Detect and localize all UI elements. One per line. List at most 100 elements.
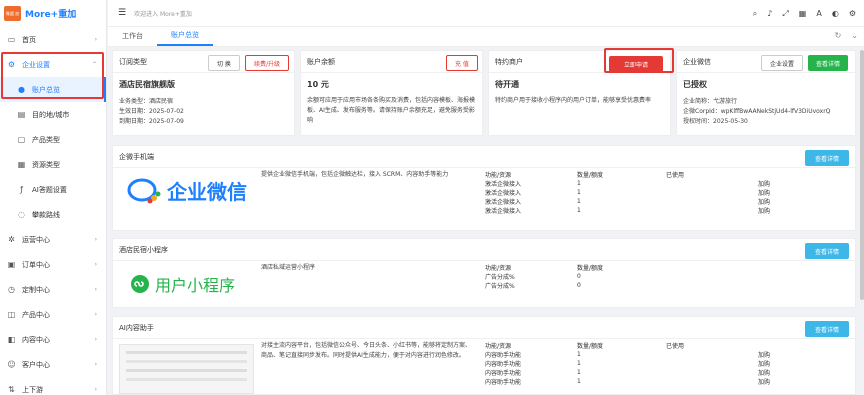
- sidebar: 微盟 加 More+重加 ▭ 首页 › ⚙ 企业设置 ⌃ ● 账户总览 ▤ 目的地/城市 ▢…: [0, 0, 107, 395]
- map-icon: ▤: [17, 110, 26, 119]
- sidebar-item-resource-types[interactable]: ▦ 资源类型: [0, 152, 106, 177]
- gear-icon[interactable]: ⚙: [849, 9, 856, 18]
- sidebar-item-operations[interactable]: ✲ 运营中心 ›: [0, 227, 106, 252]
- table-header-cell: 功能/资源: [485, 172, 512, 179]
- route-icon: ◌: [18, 210, 25, 219]
- sidebar-item-label: 产品类型: [32, 135, 60, 144]
- chevron-right-icon: ›: [94, 286, 97, 293]
- section-wecom-mobile: 企微手机端 查看详情 企业微信 提供企业微信手机端，包括企微触达栏，接入 SCR…: [112, 145, 856, 231]
- sidebar-item-label: 订单中心: [22, 260, 50, 269]
- table-row: 广告分成% 0: [485, 272, 838, 281]
- view-details-button[interactable]: 查看详情: [805, 243, 849, 259]
- add-purchase-link[interactable]: 加购: [758, 359, 838, 368]
- table-header-cell: 功能/资源: [485, 265, 512, 272]
- view-details-button[interactable]: 查看详情: [805, 150, 849, 166]
- layout-icon[interactable]: ▦: [799, 9, 807, 18]
- add-purchase-link[interactable]: 加购: [758, 188, 838, 197]
- product-icon: ◫: [7, 310, 16, 319]
- sidebar-item-upstream[interactable]: ⇅ 上下游 ›: [0, 377, 106, 395]
- table-cell: 广告分成%: [485, 274, 515, 281]
- app-logo[interactable]: 微盟 加 More+重加: [0, 0, 106, 27]
- refresh-icon[interactable]: ↻: [835, 31, 842, 40]
- apply-now-button[interactable]: 立即申请: [609, 56, 663, 72]
- sidebar-item-label: AI答题设置: [32, 185, 67, 194]
- table-cell: 1: [577, 180, 581, 187]
- order-icon: ▣: [7, 260, 16, 269]
- resource-table: 功能/资源 数量/额度 已使用 激活企微接入 1 加购 激活企微接入 1 加购 激活企微接入…: [485, 170, 838, 215]
- add-purchase-link[interactable]: 加购: [758, 197, 838, 206]
- table-header-row: 功能/资源 数量/额度 已使用: [485, 341, 838, 350]
- view-details-button[interactable]: 查看详情: [805, 321, 849, 337]
- switch-button[interactable]: 切 换: [208, 55, 240, 71]
- clock-icon: ◷: [8, 285, 15, 294]
- view-details-button[interactable]: 查看详情: [808, 55, 849, 71]
- table-header-cell: 功能/资源: [485, 343, 512, 350]
- sidebar-item-custom[interactable]: ◷ 定制中心 ›: [0, 277, 106, 302]
- sidebar-item-product-types[interactable]: ▢ 产品类型: [0, 127, 106, 152]
- wecom-logo-text: 企业微信: [167, 180, 247, 204]
- table-header-cell: 已使用: [666, 343, 685, 350]
- chevron-down-icon[interactable]: ⌄: [851, 31, 858, 40]
- add-purchase-link[interactable]: 加购: [758, 377, 838, 386]
- merchant-description: 特约商户用于接收小程序内的用户订单，能够享受优惠费率: [495, 97, 652, 104]
- table-cell: 激活企微接入: [485, 199, 522, 206]
- bell-icon[interactable]: ♪: [767, 9, 772, 18]
- tab-bar: 工作台 账户总览 ↻ ⌄: [108, 27, 864, 47]
- search-icon[interactable]: ⌕: [753, 9, 757, 19]
- fullscreen-icon[interactable]: ⤢: [782, 9, 788, 19]
- sidebar-item-routes[interactable]: ◌ 攀款路线: [0, 202, 106, 227]
- table-cell: 内容助手功能: [485, 352, 522, 359]
- resource-table: 功能/资源 数量/额度 广告分成% 0 广告分成% 0: [485, 263, 838, 290]
- chevron-right-icon: ›: [94, 36, 97, 43]
- balance-description: 余额可应用于应用市场各条购买及消费，包括内容模板、海报模板、AI生成、发布服务等…: [307, 97, 476, 124]
- sidebar-item-ai-settings[interactable]: ƒ AI答题设置: [0, 177, 106, 202]
- add-purchase-link[interactable]: 加购: [758, 368, 838, 377]
- settings-icon: ✲: [8, 235, 15, 244]
- recharge-button[interactable]: 充 值: [446, 55, 478, 71]
- mini-program-icon: [131, 275, 149, 293]
- table-row: 内容助手功能 1 加购: [485, 368, 838, 377]
- renew-upgrade-button[interactable]: 续费/升级: [245, 55, 290, 71]
- table-cell: 1: [577, 189, 581, 196]
- avatar-icon[interactable]: ◐: [832, 9, 839, 18]
- tab-actions: ↻ ⌄: [835, 31, 858, 40]
- enterprise-settings-button[interactable]: 企业设置: [761, 55, 804, 71]
- sidebar-item-products[interactable]: ◫ 产品中心 ›: [0, 302, 106, 327]
- sidebar-item-orders[interactable]: ▣ 订单中心 ›: [0, 252, 106, 277]
- business-type: 业务类型：酒店民宿: [119, 98, 174, 105]
- menu-toggle-icon[interactable]: ☰: [118, 8, 126, 18]
- table-row: 激活企微接入 1 加购: [485, 206, 838, 215]
- tab-workbench[interactable]: 工作台: [108, 26, 157, 46]
- table-cell: 内容助手功能: [485, 370, 522, 377]
- add-purchase-link[interactable]: 加购: [758, 350, 838, 359]
- tab-account-overview[interactable]: 账户总览: [157, 26, 213, 46]
- top-icons: ⌕ ♪ ⤢ ▦ A ◐ ⚙: [753, 0, 856, 27]
- table-row: 激活企微接入 1 加购: [485, 197, 838, 206]
- table-cell: 1: [577, 369, 581, 376]
- table-cell: 1: [577, 360, 581, 367]
- gear-icon: ⚙: [7, 60, 16, 69]
- main-content: 订阅类型 切 换 续费/升级 酒店民宿旗舰版 业务类型：酒店民宿 生效日期：20…: [112, 48, 856, 395]
- chevron-right-icon: ›: [94, 336, 97, 343]
- wecom-logo-icon: [127, 178, 161, 203]
- table-cell: 1: [577, 198, 581, 205]
- start-date: 生效日期：2025-07-02: [119, 108, 184, 115]
- sidebar-item-customers[interactable]: ☺ 客户中心 ›: [0, 352, 106, 377]
- sidebar-item-home[interactable]: ▭ 首页 ›: [0, 27, 106, 52]
- merchant-card: 特约商户 立即申请 待开通 特约商户用于接收小程序内的用户订单，能够享受优惠费率: [488, 50, 671, 136]
- section-description: 酒店私域运营小程序: [261, 264, 316, 271]
- table-row: 广告分成% 0: [485, 281, 838, 290]
- chevron-right-icon: ›: [94, 236, 97, 243]
- sidebar-item-destinations[interactable]: ▤ 目的地/城市: [0, 102, 106, 127]
- top-bar: ☰ 欢迎进入 More+重加 ⌕ ♪ ⤢ ▦ A ◐ ⚙: [108, 0, 864, 27]
- add-purchase-link[interactable]: 加购: [758, 206, 838, 215]
- vertical-scrollbar[interactable]: [860, 50, 864, 300]
- sidebar-item-content[interactable]: ◧ 内容中心 ›: [0, 327, 106, 352]
- sidebar-item-enterprise-settings[interactable]: ⚙ 企业设置 ⌃: [0, 52, 106, 77]
- translate-icon[interactable]: A: [816, 9, 821, 18]
- auth-time: 授权时间：2025-05-30: [683, 118, 748, 125]
- add-purchase-link[interactable]: 加购: [758, 179, 838, 188]
- section-title: 酒店民宿小程序: [113, 239, 855, 261]
- sidebar-item-label: 产品中心: [22, 310, 50, 319]
- sidebar-item-account-overview[interactable]: ● 账户总览: [0, 77, 106, 102]
